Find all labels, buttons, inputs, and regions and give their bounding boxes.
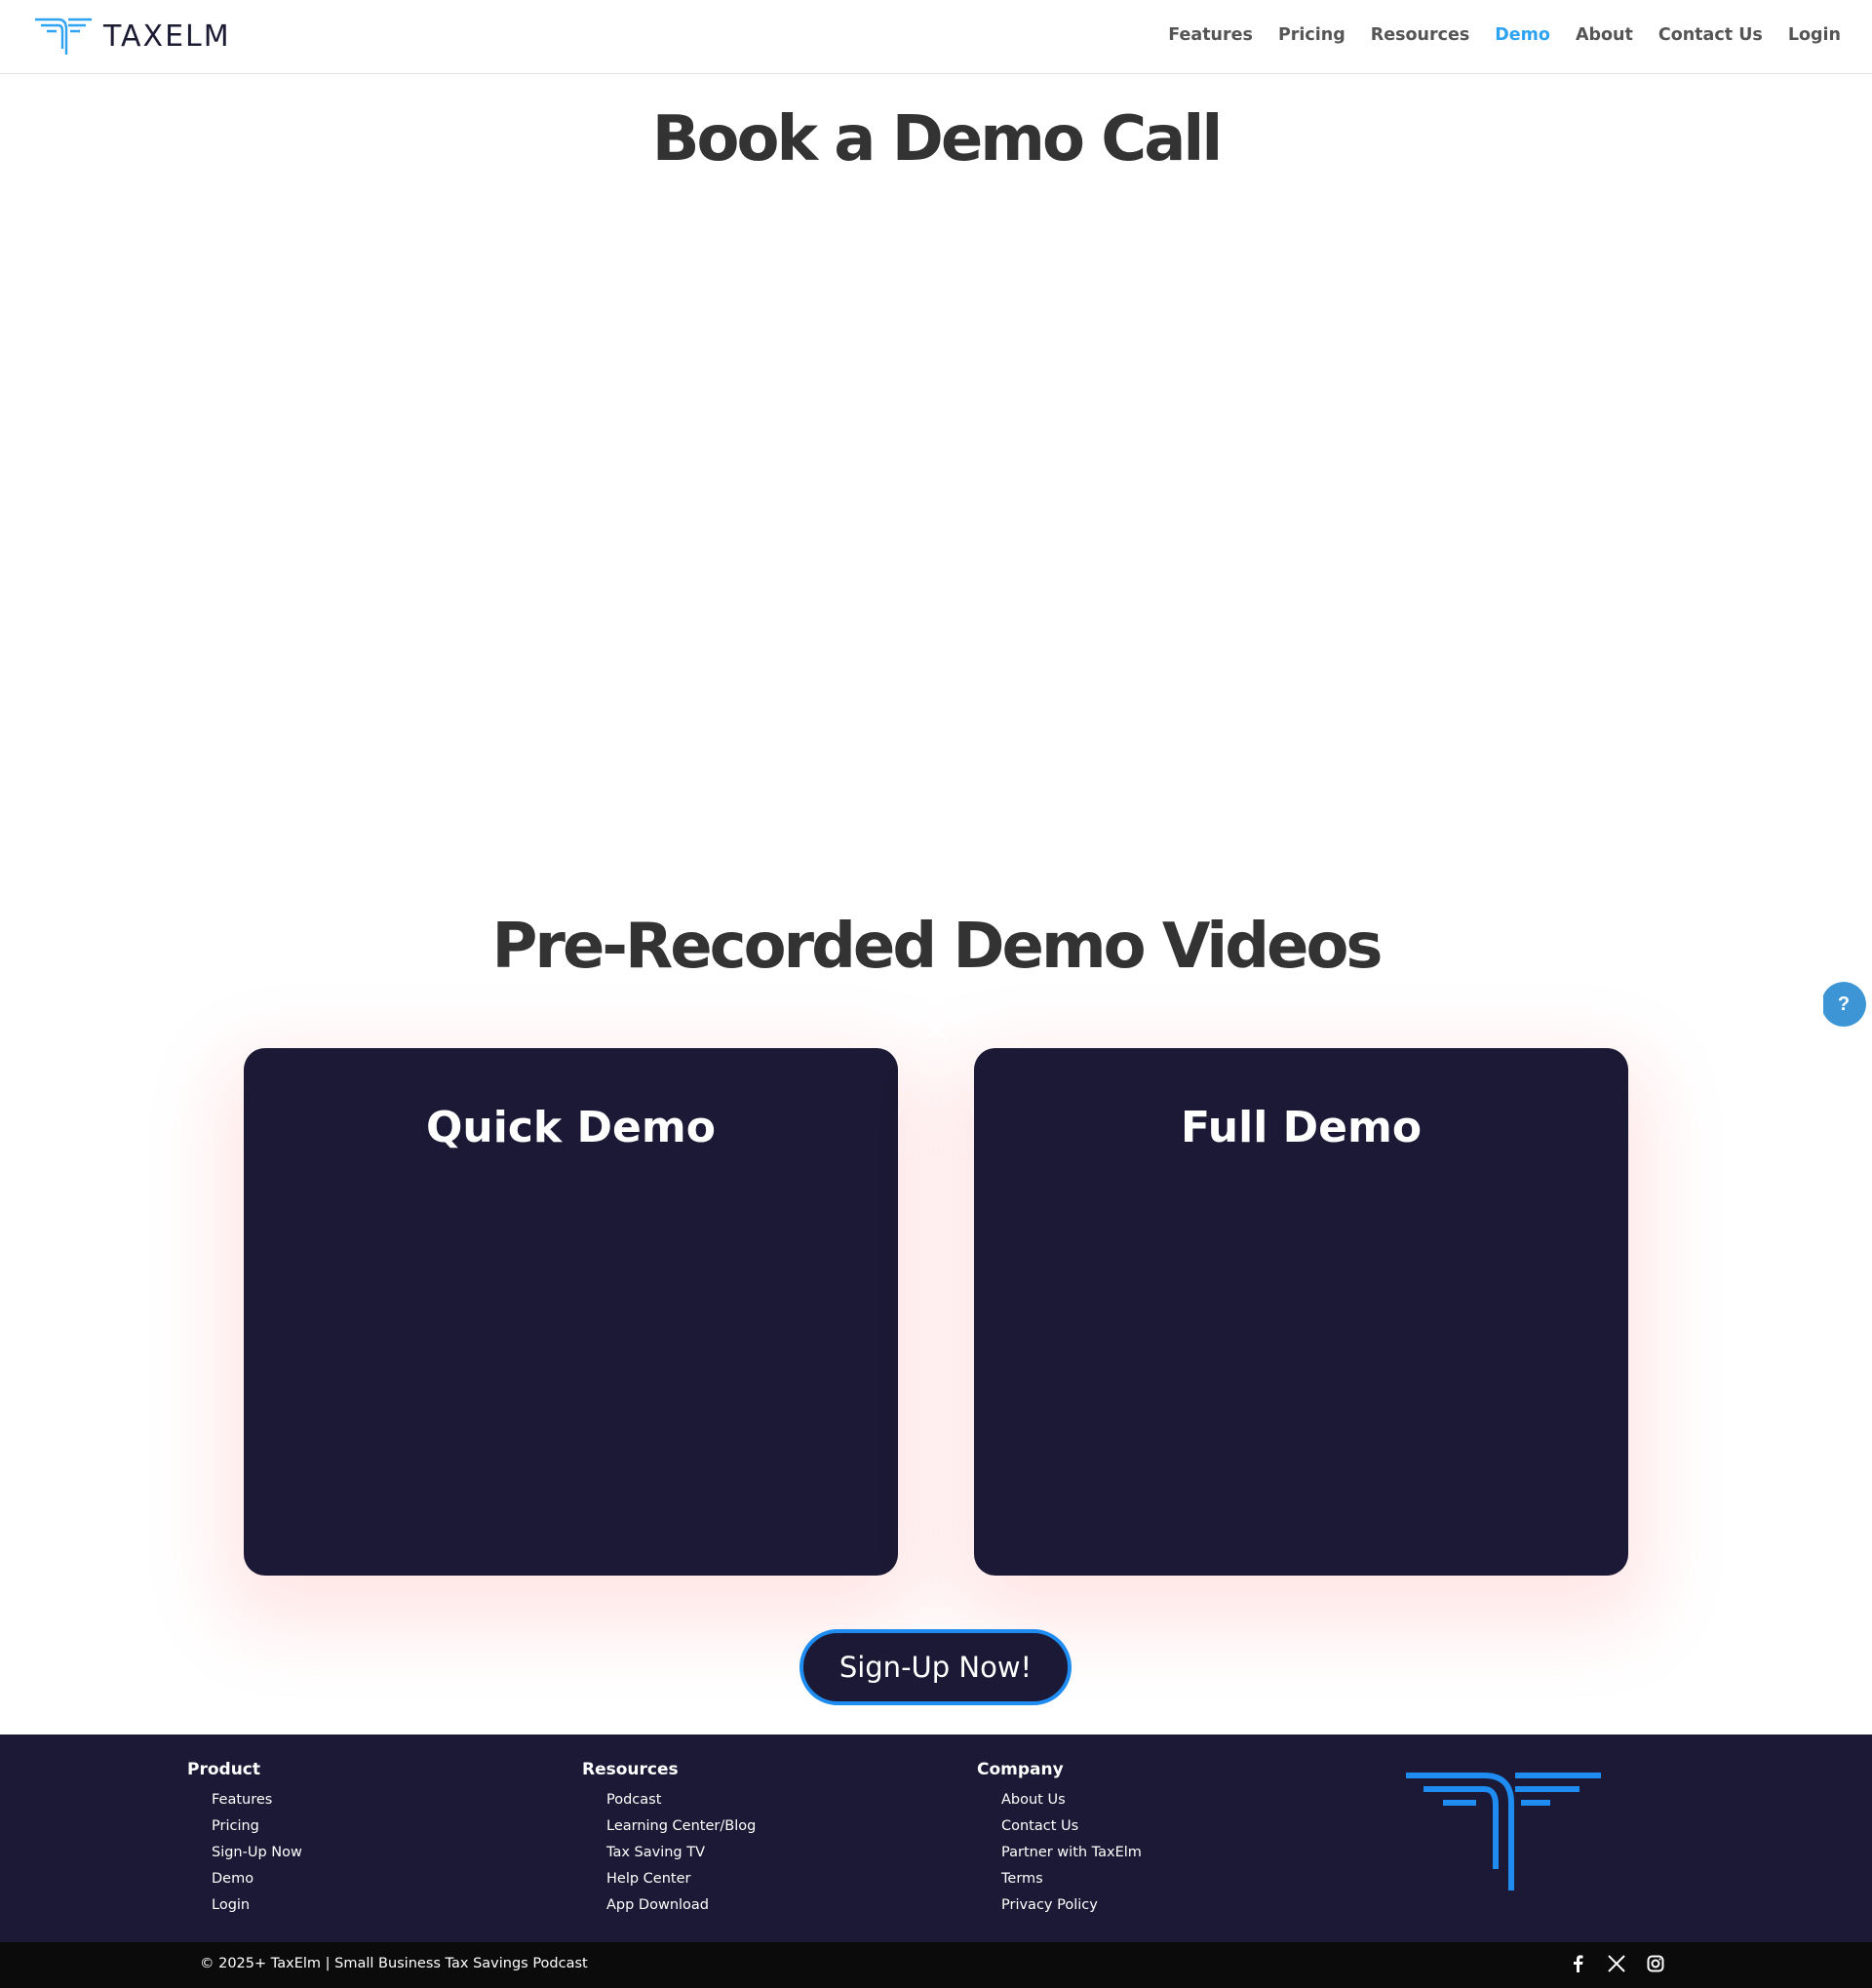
- footer-heading-company: Company: [977, 1760, 1064, 1779]
- footer-link-about-us[interactable]: About Us: [1001, 1787, 1142, 1813]
- footer-logo-icon: [1406, 1773, 1601, 1891]
- footer-company-column: Company About Us Contact Us Partner with…: [977, 1760, 1142, 1919]
- full-demo-title: Full Demo: [1180, 1103, 1423, 1152]
- footer-link-contact-us[interactable]: Contact Us: [1001, 1813, 1142, 1840]
- footer-link-terms[interactable]: Terms: [1001, 1866, 1142, 1892]
- help-chat-button[interactable]: ?: [1821, 982, 1866, 1027]
- nav-pricing[interactable]: Pricing: [1278, 25, 1346, 45]
- footer-link-pricing[interactable]: Pricing: [212, 1813, 302, 1840]
- social-links: [1568, 1954, 1665, 1973]
- footer-logo: [1404, 1772, 1603, 1897]
- full-demo-card: Full Demo: [974, 1048, 1628, 1576]
- footer-heading-product: Product: [187, 1760, 260, 1779]
- nav-resources[interactable]: Resources: [1371, 25, 1470, 45]
- nav-demo[interactable]: Demo: [1495, 25, 1550, 45]
- footer-product-column: Product Features Pricing Sign-Up Now Dem…: [187, 1760, 302, 1919]
- help-icon: ?: [1837, 993, 1851, 1015]
- footer-link-demo[interactable]: Demo: [212, 1866, 302, 1892]
- help-button-mask: [1804, 975, 1823, 1033]
- site-footer: Product Features Pricing Sign-Up Now Dem…: [0, 1735, 1872, 1942]
- instagram-icon[interactable]: [1646, 1954, 1665, 1973]
- x-icon[interactable]: [1607, 1954, 1626, 1973]
- copyright-text: © 2025+ TaxElm | Small Business Tax Savi…: [200, 1956, 588, 1971]
- main-nav: Features Pricing Resources Demo About Co…: [1143, 25, 1841, 45]
- logo-text: TAXELM: [103, 19, 231, 54]
- footer-link-podcast[interactable]: Podcast: [606, 1787, 756, 1813]
- sign-up-button[interactable]: Sign-Up Now!: [800, 1629, 1072, 1705]
- facebook-icon[interactable]: [1568, 1954, 1587, 1973]
- nav-login[interactable]: Login: [1788, 25, 1841, 45]
- nav-features[interactable]: Features: [1168, 25, 1253, 45]
- footer-resources-column: Resources Podcast Learning Center/Blog T…: [582, 1760, 756, 1919]
- footer-link-help-center[interactable]: Help Center: [606, 1866, 756, 1892]
- footer-link-privacy-policy[interactable]: Privacy Policy: [1001, 1892, 1142, 1919]
- footer-bottom-bar: © 2025+ TaxElm | Small Business Tax Savi…: [0, 1942, 1872, 1988]
- book-demo-heading: Book a Demo Call: [651, 103, 1224, 175]
- nav-contact-us[interactable]: Contact Us: [1658, 25, 1763, 45]
- footer-link-login[interactable]: Login: [212, 1892, 302, 1919]
- footer-link-tax-saving-tv[interactable]: Tax Saving TV: [606, 1840, 756, 1866]
- footer-link-sign-up[interactable]: Sign-Up Now: [212, 1840, 302, 1866]
- footer-link-learning-center[interactable]: Learning Center/Blog: [606, 1813, 756, 1840]
- footer-heading-resources: Resources: [582, 1760, 679, 1779]
- quick-demo-card: Quick Demo: [244, 1048, 898, 1576]
- footer-link-partner[interactable]: Partner with TaxElm: [1001, 1840, 1142, 1866]
- nav-about[interactable]: About: [1576, 25, 1633, 45]
- site-header: TAXELM Features Pricing Resources Demo A…: [0, 0, 1872, 74]
- pre-recorded-heading: Pre-Recorded Demo Videos: [491, 911, 1384, 983]
- taxelm-logo-icon: [35, 18, 92, 55]
- taxelm-logo[interactable]: TAXELM: [33, 16, 231, 57]
- footer-link-app-download[interactable]: App Download: [606, 1892, 756, 1919]
- footer-link-features[interactable]: Features: [212, 1787, 302, 1813]
- quick-demo-title: Quick Demo: [426, 1103, 716, 1152]
